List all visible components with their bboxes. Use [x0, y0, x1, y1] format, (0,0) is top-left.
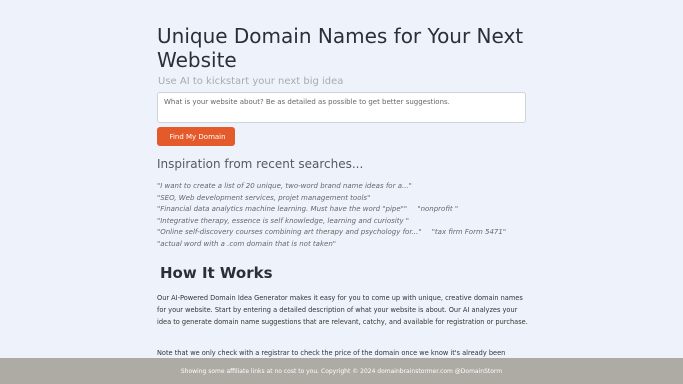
recent-searches-list: "I want to create a list of 20 unique, t…: [157, 181, 527, 251]
inspiration-heading: Inspiration from recent searches...: [157, 157, 364, 171]
recent-search-link[interactable]: "Financial data analytics machine learni…: [157, 205, 407, 213]
recent-search-link[interactable]: "I want to create a list of 20 unique, t…: [157, 182, 412, 190]
page-title: Unique Domain Names for Your Next Websit…: [157, 24, 524, 72]
recent-search-link[interactable]: "Integrative therapy, essence is self kn…: [157, 217, 409, 225]
recent-search-row: "SEO, Web development services, projet m…: [157, 193, 527, 205]
recent-search-row: "Online self-discovery courses combining…: [157, 227, 527, 239]
recent-search-link[interactable]: "nonprofit ": [417, 205, 458, 213]
recent-search-link[interactable]: "SEO, Web development services, projet m…: [157, 194, 370, 202]
find-domain-label: Find My Domain: [169, 132, 226, 141]
recent-search-row: "actual word with a .com domain that is …: [157, 239, 527, 251]
how-it-works-paragraph: Our AI-Powered Domain Idea Generator mak…: [157, 294, 528, 327]
how-it-works-heading: How It Works: [157, 264, 273, 282]
recent-search-row: "Integrative therapy, essence is self kn…: [157, 216, 527, 228]
find-domain-button[interactable]: Find My Domain: [157, 127, 235, 146]
recent-search-row: "Financial data analytics machine learni…: [157, 204, 527, 216]
website-description-input[interactable]: What is your website about? Be as detail…: [157, 92, 526, 123]
recent-search-link[interactable]: "tax firm Form 5471": [432, 228, 506, 236]
recent-search-row: "I want to create a list of 20 unique, t…: [157, 181, 527, 193]
recent-search-link[interactable]: "Online self-discovery courses combining…: [157, 228, 421, 236]
page-subtitle: Use AI to kickstart your next big idea: [158, 76, 344, 87]
footer-text: Showing some affiliate links at no cost …: [180, 367, 503, 375]
how-it-works-title: How It Works: [160, 264, 273, 282]
recent-search-link[interactable]: "actual word with a .com domain that is …: [157, 240, 336, 248]
footer: Showing some affiliate links at no cost …: [0, 358, 683, 384]
